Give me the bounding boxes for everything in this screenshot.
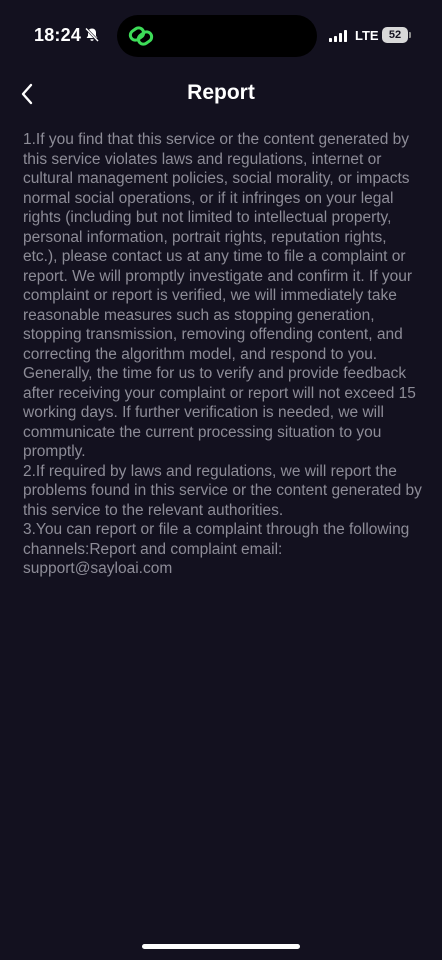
signal-icon [329, 30, 347, 42]
network-type: LTE [355, 28, 379, 43]
paragraph-1: 1.If you find that this service or the c… [23, 131, 416, 460]
status-time: 18:24 [34, 25, 82, 45]
paragraph-2: 2.If required by laws and regulations, w… [23, 462, 422, 519]
dynamic-island[interactable] [117, 15, 317, 57]
battery-cap [409, 32, 411, 38]
link-icon [128, 26, 154, 46]
navigation-bar: Report [0, 72, 442, 116]
bell-slash-icon [85, 27, 99, 42]
page-title: Report [187, 81, 255, 104]
battery-indicator: 52 [382, 27, 408, 43]
paragraph-3: 3.You can report or file a complaint thr… [23, 521, 410, 577]
back-button[interactable] [14, 80, 42, 108]
home-indicator[interactable] [142, 944, 300, 949]
report-content: 1.If you find that this service or the c… [23, 130, 423, 579]
status-bar: 18:24 LTE 52 [0, 0, 442, 72]
chevron-left-icon [21, 83, 33, 105]
